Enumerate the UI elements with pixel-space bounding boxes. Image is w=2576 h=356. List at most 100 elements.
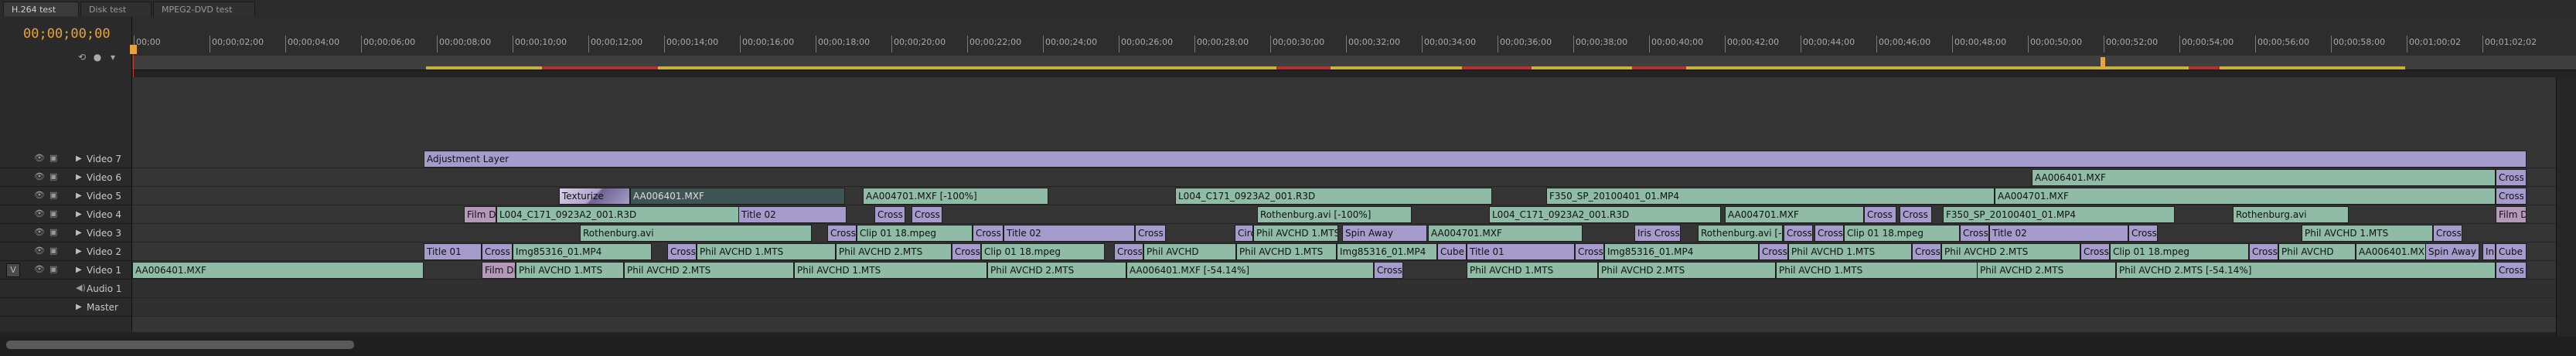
lane-audio1[interactable]	[132, 280, 2576, 298]
clip[interactable]: Title 01	[424, 243, 482, 260]
clip[interactable]: Film Dis	[482, 262, 516, 279]
lock-icon[interactable]: ▣	[49, 264, 57, 274]
clip[interactable]: Cross	[1784, 225, 1813, 242]
work-area-end-handle[interactable]	[2101, 57, 2105, 70]
lock-icon[interactable]: ▣	[49, 171, 57, 181]
clip[interactable]: Spin Away	[2425, 243, 2479, 260]
clip[interactable]: Cross	[2433, 225, 2462, 242]
clip[interactable]: Img85316_01.MP4	[513, 243, 652, 260]
vertical-scrollbar[interactable]	[2556, 77, 2576, 337]
clip[interactable]: Cross	[1960, 225, 1989, 242]
clip[interactable]: Phil AVCHD 2.MTS	[1941, 243, 2080, 260]
track-header-video1[interactable]: V 👁 ▣ ▶ Video 1	[0, 261, 131, 280]
tab-h264-test[interactable]: H.264 test	[3, 2, 79, 16]
expand-triangle-icon[interactable]: ▶	[76, 154, 82, 163]
track-header-audio1[interactable]: ◀) Audio 1	[0, 280, 131, 298]
clip[interactable]: Phil AVCHD	[1143, 243, 1236, 260]
eye-icon[interactable]: 👁	[34, 209, 45, 219]
clip[interactable]: Rothenburg.avi [-80%]	[1698, 225, 1783, 242]
clip[interactable]: Phil AVCHD 1.MTS	[2302, 225, 2433, 242]
clip[interactable]: Title 02	[1003, 225, 1135, 242]
tab-mpeg2-dvd-test[interactable]: MPEG2-DVD test	[153, 2, 255, 16]
clip[interactable]: Cross	[2128, 225, 2158, 242]
clip[interactable]: Cross	[2249, 243, 2278, 260]
clip[interactable]: AA006401.MXF	[132, 262, 424, 279]
clip[interactable]: Phil AVCHD 1.MTS	[1788, 243, 1912, 260]
clip[interactable]: Cross	[952, 243, 981, 260]
clip[interactable]: Clip 01 18.mpeg	[1844, 225, 1960, 242]
clip[interactable]: In	[2482, 243, 2496, 260]
time-ruler[interactable]: 00;00 00;00;02;00 00;00;04;00 00;00;06;00 00…	[132, 17, 2576, 56]
clip[interactable]: Cross	[1759, 243, 1788, 260]
clip[interactable]: Phil AVCHD 2.MTS	[1977, 262, 2116, 279]
work-area-bar[interactable]	[132, 56, 2576, 70]
source-patch-v[interactable]: V	[6, 263, 20, 277]
clip[interactable]: Cross	[1912, 243, 1941, 260]
lock-icon[interactable]: ▣	[49, 227, 57, 237]
clip[interactable]: Img85316_01.MP4	[1604, 243, 1759, 260]
clip[interactable]: Cross D	[1900, 206, 1932, 223]
clip[interactable]: Rothenburg.avi [-100%]	[1257, 206, 1412, 223]
lock-icon[interactable]: ▣	[49, 246, 57, 256]
add-marker-icon[interactable]: ▾	[107, 51, 119, 63]
eye-icon[interactable]: 👁	[34, 264, 45, 274]
clip[interactable]: AA004701.MXF	[1995, 188, 2496, 205]
lane-master[interactable]	[132, 298, 2576, 317]
clip[interactable]: Adjustment Layer	[424, 151, 2527, 168]
playhead-handle[interactable]	[130, 45, 137, 54]
speaker-icon[interactable]: ◀)	[76, 283, 86, 293]
clip[interactable]: Phil AVCHD 1.MTS	[516, 262, 624, 279]
timeline-tracks[interactable]: Adjustment Layer AA006401.MXF Cross Text…	[132, 77, 2576, 332]
lock-icon[interactable]: ▣	[49, 153, 57, 163]
clip[interactable]: Cross	[2496, 262, 2527, 279]
clip[interactable]: Phil AVCHD 1.MTS	[794, 262, 987, 279]
tab-disk-test[interactable]: Disk test	[80, 2, 152, 16]
clip[interactable]: Cross	[1575, 243, 1604, 260]
track-header-video3[interactable]: 👁 ▣ ▶ Video 3	[0, 224, 131, 242]
expand-triangle-icon[interactable]: ▶	[76, 303, 82, 311]
clip[interactable]: Film Di	[2496, 206, 2527, 223]
clip[interactable]: Iris Cross	[1634, 225, 1681, 242]
lock-icon[interactable]: ▣	[49, 190, 57, 200]
clip[interactable]: Phil AVCHD 1.MTS	[697, 243, 836, 260]
track-header-master[interactable]: ▶ Master	[0, 298, 131, 317]
clip[interactable]: Phil AVCHD	[2278, 243, 2356, 260]
clip[interactable]: F350_SP_20100401_01.MP4	[1546, 188, 1995, 205]
clip[interactable]: Phil AVCHD 2.MTS [-54.14%]	[2116, 262, 2496, 279]
expand-triangle-icon[interactable]: ▶	[76, 192, 82, 200]
clip[interactable]: Title 02	[738, 206, 847, 223]
lock-icon[interactable]: ▣	[49, 209, 57, 219]
clip[interactable]: Phil AVCHD 2.MTS	[1598, 262, 1776, 279]
clip[interactable]: L004_C171_0923A2_001.R3D	[1489, 206, 1721, 223]
clip[interactable]: Phil AVCHD 2.MTS	[987, 262, 1126, 279]
clip[interactable]: Phil AVCHD 1.MTS	[1236, 243, 1337, 260]
clip[interactable]: Cross D	[1864, 206, 1896, 223]
clip[interactable]: L004_C171_0923A2_001.R3D	[496, 206, 744, 223]
track-header-video5[interactable]: 👁 ▣ ▶ Video 5	[0, 187, 131, 205]
horizontal-scroll-thumb[interactable]	[6, 341, 354, 349]
horizontal-scrollbar[interactable]	[0, 337, 2576, 356]
clip[interactable]: Phil AVCHD 1.MTS	[1253, 225, 1338, 242]
track-header-video4[interactable]: 👁 ▣ ▶ Video 4	[0, 205, 131, 224]
eye-icon[interactable]: 👁	[34, 246, 45, 256]
clip[interactable]: F350_SP_20100401_01.MP4	[1943, 206, 2175, 223]
track-header-video6[interactable]: 👁 ▣ ▶ Video 6	[0, 168, 131, 187]
clip[interactable]: Texturize	[559, 188, 630, 205]
clip[interactable]: Img85316_01.MP4	[1337, 243, 1437, 260]
clip[interactable]: Phil AVCHD 1.MTS	[1776, 262, 2008, 279]
clip[interactable]: Phil AVCHD 2.MTS	[624, 262, 794, 279]
eye-icon[interactable]: 👁	[34, 227, 45, 237]
clip[interactable]: Cross	[667, 243, 697, 260]
eye-icon[interactable]: 👁	[34, 171, 45, 181]
clip[interactable]: Phil AVCHD 2.MTS	[836, 243, 952, 260]
clip[interactable]: Title 01	[1467, 243, 1575, 260]
clip[interactable]: Clip 01 18.mpeg	[857, 225, 973, 242]
clip[interactable]: Cross	[1814, 225, 1844, 242]
clip[interactable]: Rothenburg.avi	[580, 225, 812, 242]
expand-triangle-icon[interactable]: ▶	[76, 210, 82, 219]
clip[interactable]: Cross	[1135, 225, 1166, 242]
clip[interactable]: Cross	[2080, 243, 2110, 260]
clip[interactable]: Film Dis	[464, 206, 496, 223]
clip[interactable]: AA004701.MXF [-100%]	[863, 188, 1048, 205]
expand-triangle-icon[interactable]: ▶	[76, 173, 82, 181]
